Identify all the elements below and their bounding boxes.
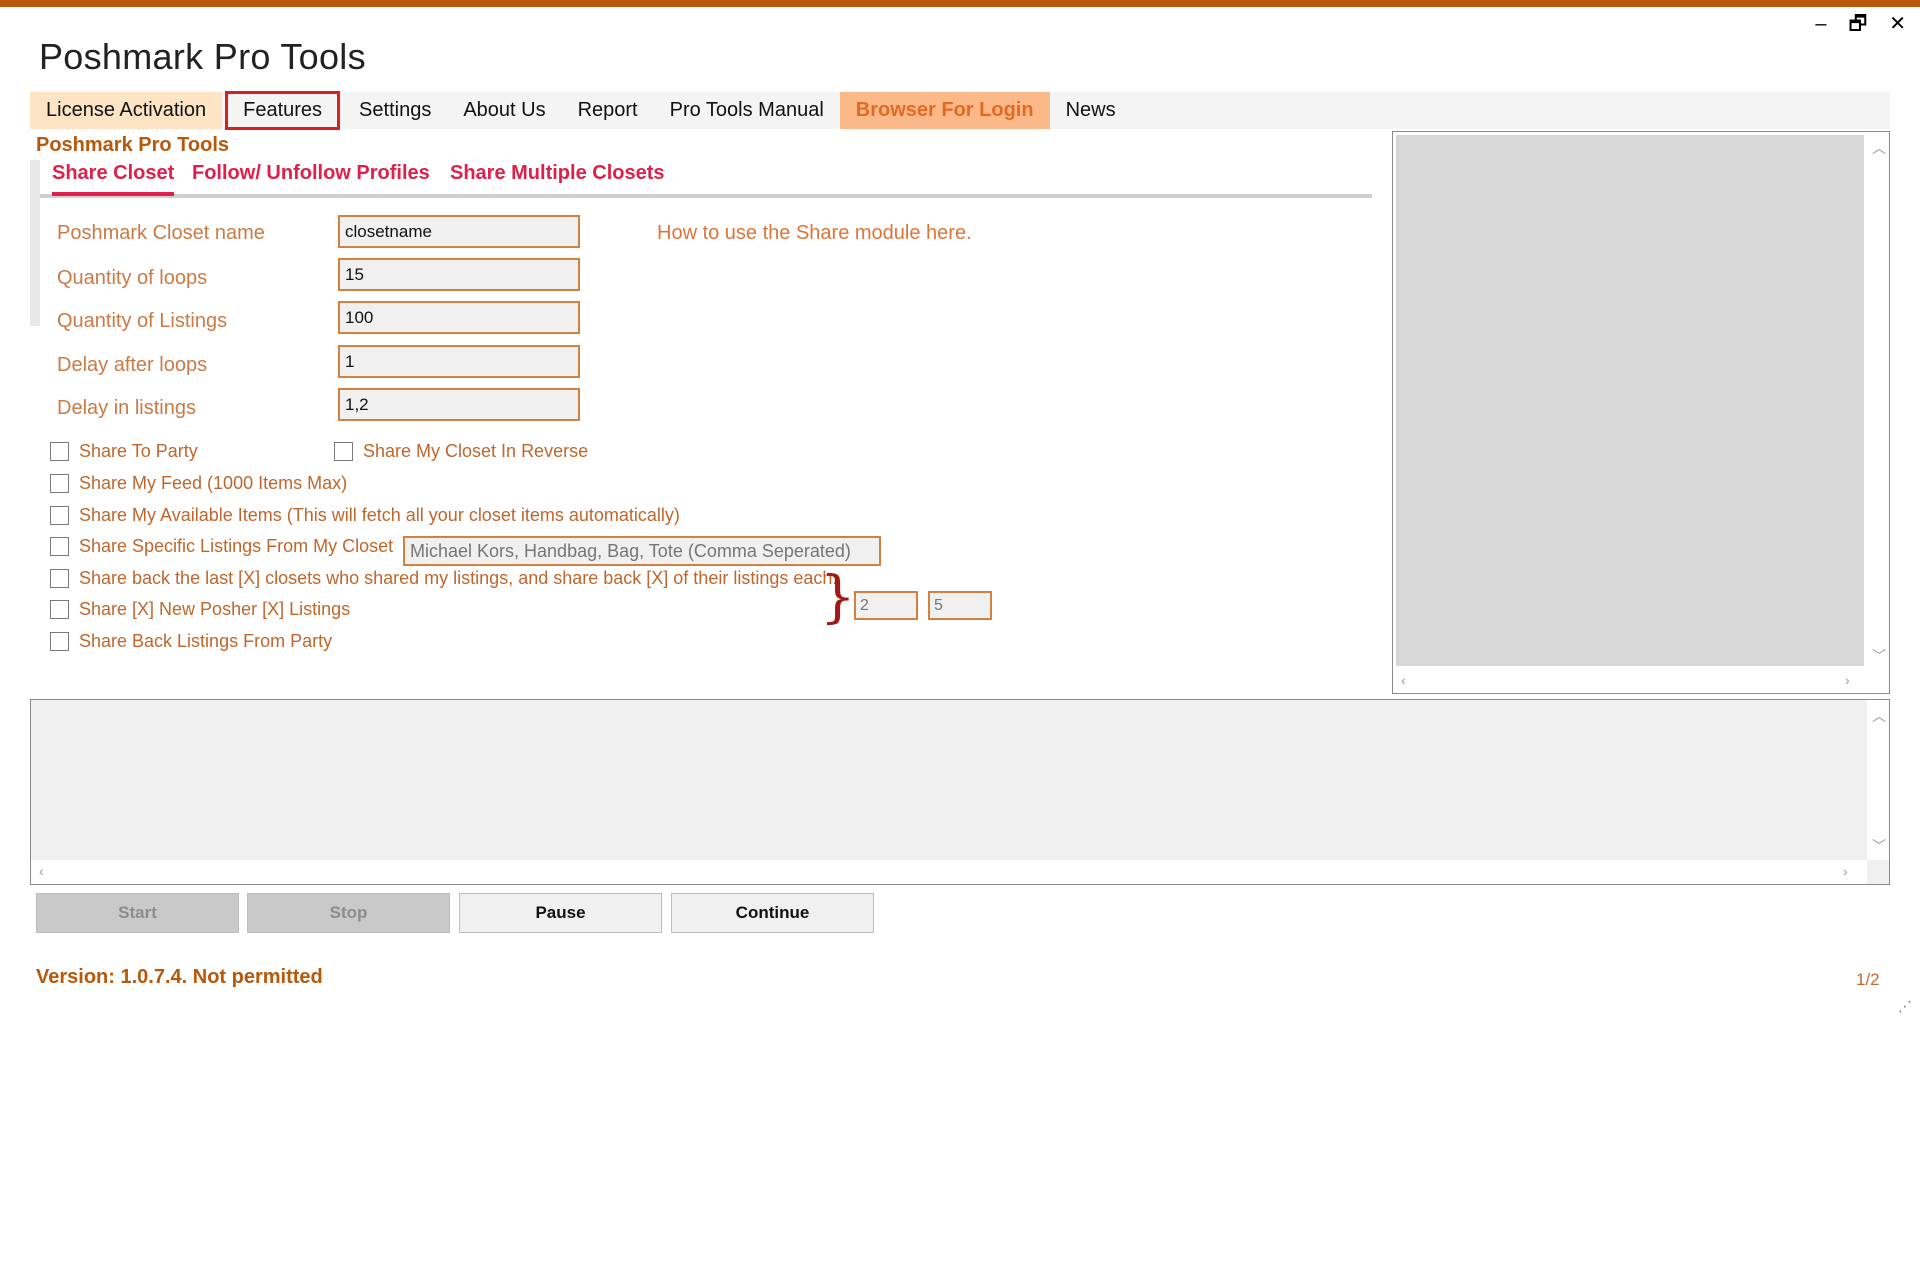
share-specific-checkbox[interactable] <box>50 537 69 556</box>
share-feed-checkbox[interactable] <box>50 474 69 493</box>
delay-listings-label: Delay in listings <box>57 397 196 419</box>
share-reverse-label: Share My Closet In Reverse <box>363 441 589 461</box>
share-back-last-option[interactable]: Share back the last [X] closets who shar… <box>50 568 837 589</box>
version-status: Version: 1.0.7.4. Not permitted <box>36 966 323 988</box>
subtab-share-closet[interactable]: Share Closet <box>52 162 175 196</box>
closet-name-input[interactable] <box>338 215 580 248</box>
preview-horizontal-scrollbar[interactable]: ‹ › <box>1393 669 1869 693</box>
x-value-input-2[interactable] <box>928 591 992 620</box>
loops-label: Quantity of loops <box>57 267 208 289</box>
app-title: Poshmark Pro Tools <box>39 36 366 77</box>
share-help-link[interactable]: How to use the Share module here. <box>657 222 972 245</box>
specific-listings-input[interactable] <box>403 536 881 566</box>
share-available-option[interactable]: Share My Available Items (This will fetc… <box>50 505 680 526</box>
menu-about-us[interactable]: About Us <box>447 92 561 129</box>
scroll-up-icon[interactable]: ︿ <box>1872 706 1886 726</box>
pause-button[interactable]: Pause <box>459 893 662 933</box>
log-vertical-scrollbar[interactable]: ︿ ﹀ <box>1867 700 1889 860</box>
share-available-checkbox[interactable] <box>50 506 69 525</box>
scroll-right-icon[interactable]: › <box>1845 672 1850 688</box>
start-button[interactable]: Start <box>36 893 239 933</box>
share-to-party-checkbox[interactable] <box>50 442 69 461</box>
restore-icon[interactable]: 🗗 <box>1848 14 1867 34</box>
subtab-side-divider <box>30 160 40 326</box>
main-menu: License Activation Features Settings Abo… <box>30 91 1890 130</box>
log-horizontal-scrollbar[interactable]: ‹ › <box>31 860 1867 884</box>
share-new-posher-label: Share [X] New Posher [X] Listings <box>79 599 351 619</box>
menu-report[interactable]: Report <box>562 92 654 129</box>
menu-settings[interactable]: Settings <box>343 92 447 129</box>
close-icon[interactable]: ✕ <box>1889 14 1906 34</box>
share-back-party-checkbox[interactable] <box>50 632 69 651</box>
closet-name-label: Poshmark Closet name <box>57 222 265 244</box>
browser-preview-area <box>1396 135 1864 666</box>
loops-input[interactable] <box>338 258 580 291</box>
share-feed-label: Share My Feed (1000 Items Max) <box>79 473 348 493</box>
scroll-down-icon[interactable]: ﹀ <box>1872 646 1886 666</box>
scroll-right-icon[interactable]: › <box>1843 863 1848 879</box>
share-new-posher-option[interactable]: Share [X] New Posher [X] Listings <box>50 599 350 620</box>
window-accent-bar <box>0 0 1920 7</box>
menu-news[interactable]: News <box>1050 92 1132 129</box>
menu-browser-for-login[interactable]: Browser For Login <box>839 92 1050 129</box>
share-back-last-label: Share back the last [X] closets who shar… <box>79 568 838 588</box>
share-to-party-option[interactable]: Share To Party <box>50 441 198 462</box>
feature-subtabs: Share Closet Follow/ Unfollow Profiles S… <box>30 160 1372 326</box>
scroll-up-icon[interactable]: ︿ <box>1872 138 1886 158</box>
log-output-pane[interactable]: ︿ ﹀ ‹ › <box>30 699 1890 885</box>
share-reverse-checkbox[interactable] <box>334 442 353 461</box>
preview-vertical-scrollbar[interactable]: ︿ ﹀ <box>1867 132 1889 671</box>
share-reverse-option[interactable]: Share My Closet In Reverse <box>334 441 588 462</box>
share-feed-option[interactable]: Share My Feed (1000 Items Max) <box>50 473 347 494</box>
share-back-last-checkbox[interactable] <box>50 569 69 588</box>
menu-pro-tools-manual[interactable]: Pro Tools Manual <box>654 92 840 129</box>
scroll-down-icon[interactable]: ﹀ <box>1872 836 1886 856</box>
delay-listings-input[interactable] <box>338 388 580 421</box>
listings-label: Quantity of Listings <box>57 310 228 332</box>
menu-license-activation[interactable]: License Activation <box>30 92 223 129</box>
share-available-label: Share My Available Items (This will fetc… <box>79 505 680 525</box>
share-new-posher-checkbox[interactable] <box>50 600 69 619</box>
share-specific-option[interactable]: Share Specific Listings From My Closet <box>50 536 393 557</box>
share-back-party-option[interactable]: Share Back Listings From Party <box>50 631 332 652</box>
resize-grip-icon[interactable]: ⋰ <box>1898 998 1912 1015</box>
scroll-left-icon[interactable]: ‹ <box>1401 672 1406 688</box>
section-title: Poshmark Pro Tools <box>36 134 230 156</box>
menu-features[interactable]: Features <box>225 91 341 130</box>
delay-loops-input[interactable] <box>338 345 580 378</box>
subtab-share-multiple-closets[interactable]: Share Multiple Closets <box>450 162 665 185</box>
brace-icon: } <box>820 565 856 630</box>
x-value-input-1[interactable] <box>854 591 918 620</box>
continue-button[interactable]: Continue <box>671 893 874 933</box>
subtab-follow-unfollow[interactable]: Follow/ Unfollow Profiles <box>192 162 430 185</box>
page-indicator: 1/2 <box>1856 970 1880 989</box>
browser-preview-pane[interactable]: ︿ ﹀ ‹ › <box>1392 131 1890 694</box>
listings-input[interactable] <box>338 301 580 334</box>
scroll-left-icon[interactable]: ‹ <box>39 863 44 879</box>
share-specific-label: Share Specific Listings From My Closet <box>79 536 394 556</box>
window-controls: – 🗗 ✕ <box>1815 14 1906 34</box>
share-to-party-label: Share To Party <box>79 441 198 461</box>
share-back-party-label: Share Back Listings From Party <box>79 631 333 651</box>
stop-button[interactable]: Stop <box>247 893 450 933</box>
delay-loops-label: Delay after loops <box>57 354 208 376</box>
minimize-icon[interactable]: – <box>1815 14 1826 34</box>
